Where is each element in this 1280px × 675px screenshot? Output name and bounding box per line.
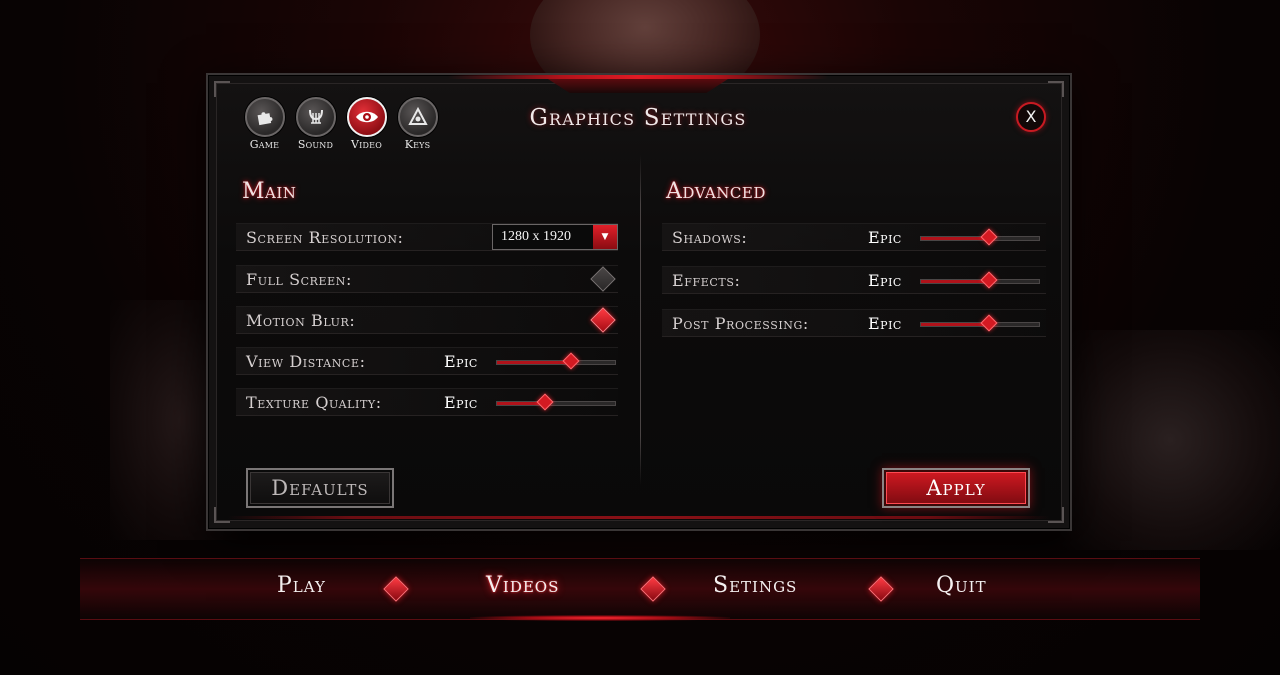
- defaults-button[interactable]: Defaults: [246, 468, 394, 508]
- slider-knob[interactable]: [562, 352, 580, 370]
- texture-quality-label: Texture Quality:: [246, 393, 382, 412]
- effects-row: Effects: Epic: [662, 266, 1046, 294]
- chevron-down-icon[interactable]: ▼: [593, 225, 617, 249]
- texture-quality-slider[interactable]: [496, 393, 616, 411]
- tab-sound[interactable]: Sound: [293, 97, 338, 151]
- screen-resolution-row: Screen Resolution: 1280 x 1920 ▼: [236, 223, 618, 251]
- view-distance-row: View Distance: Epic: [236, 347, 618, 375]
- graphics-settings-panel: Game Sound Video Keys Graphics Settings …: [206, 73, 1072, 531]
- corner-ornament: [214, 81, 230, 97]
- eye-icon: [346, 97, 387, 137]
- diamond-separator-icon: [383, 576, 409, 602]
- texture-quality-row: Texture Quality: Epic: [236, 388, 618, 416]
- slider-knob[interactable]: [980, 228, 998, 246]
- tab-label: Video: [351, 138, 382, 151]
- tab-keys[interactable]: Keys: [395, 97, 440, 151]
- corner-ornament: [214, 507, 230, 523]
- diamond-separator-icon: [640, 576, 666, 602]
- full-screen-row: Full Screen:: [236, 265, 618, 293]
- shadows-label: Shadows:: [672, 228, 748, 247]
- slider-fill: [921, 323, 989, 326]
- view-distance-label: View Distance:: [246, 352, 366, 371]
- full-screen-label: Full Screen:: [246, 270, 353, 289]
- texture-quality-value: Epic: [444, 393, 478, 412]
- main-menu-bar: Play Videos Setings Quit: [80, 558, 1200, 621]
- view-distance-value: Epic: [444, 352, 478, 371]
- post-processing-label: Post Processing:: [672, 314, 809, 333]
- screen-resolution-label: Screen Resolution:: [246, 228, 404, 247]
- screen-resolution-select[interactable]: 1280 x 1920 ▼: [492, 224, 618, 250]
- effects-label: Effects:: [672, 271, 741, 290]
- tab-game[interactable]: Game: [242, 97, 287, 151]
- tab-label: Game: [249, 138, 280, 151]
- shadows-value: Epic: [868, 228, 902, 247]
- post-processing-slider[interactable]: [920, 314, 1040, 332]
- shadows-row: Shadows: Epic: [662, 223, 1046, 251]
- panel-title: Graphics Settings: [529, 105, 747, 131]
- motion-blur-label: Motion Blur:: [246, 311, 356, 330]
- screen-resolution-value: 1280 x 1920: [501, 229, 571, 244]
- puzzle-icon: [244, 97, 285, 137]
- nav-play[interactable]: Play: [277, 573, 326, 598]
- panel-top-ornament: [548, 79, 728, 93]
- slider-knob[interactable]: [980, 314, 998, 332]
- lyre-icon: [295, 97, 336, 137]
- full-screen-checkbox[interactable]: [590, 266, 616, 292]
- corner-ornament: [1048, 81, 1064, 97]
- panel-bottom-ornament: [228, 516, 1050, 519]
- tab-label: Sound: [297, 138, 334, 151]
- slider-fill: [497, 361, 571, 364]
- post-processing-value: Epic: [868, 314, 902, 333]
- settings-tabs: Game Sound Video Keys: [242, 97, 440, 151]
- main-section-title: Main: [242, 179, 297, 204]
- shadows-slider[interactable]: [920, 228, 1040, 246]
- nav-quit[interactable]: Quit: [936, 573, 987, 598]
- triangle-key-icon: [397, 97, 438, 137]
- slider-fill: [921, 237, 989, 240]
- slider-knob[interactable]: [980, 271, 998, 289]
- column-divider: [640, 155, 641, 485]
- effects-slider[interactable]: [920, 271, 1040, 289]
- motion-blur-row: Motion Blur:: [236, 306, 618, 334]
- diamond-separator-icon: [868, 576, 894, 602]
- slider-knob[interactable]: [536, 393, 554, 411]
- tab-video[interactable]: Video: [344, 97, 389, 151]
- background-rock-right: [1060, 330, 1280, 550]
- nav-videos[interactable]: Videos: [486, 573, 559, 598]
- view-distance-slider[interactable]: [496, 352, 616, 370]
- post-processing-row: Post Processing: Epic: [662, 309, 1046, 337]
- panel-top-glow: [448, 75, 828, 79]
- effects-value: Epic: [868, 271, 902, 290]
- apply-button[interactable]: Apply: [882, 468, 1030, 508]
- slider-fill: [921, 280, 989, 283]
- tab-label: Keys: [404, 138, 431, 151]
- close-button[interactable]: X: [1016, 102, 1046, 132]
- motion-blur-checkbox[interactable]: [590, 307, 616, 333]
- advanced-section-title: Advanced: [666, 179, 766, 204]
- corner-ornament: [1048, 507, 1064, 523]
- active-item-glow: [470, 615, 730, 621]
- nav-setings[interactable]: Setings: [713, 573, 797, 598]
